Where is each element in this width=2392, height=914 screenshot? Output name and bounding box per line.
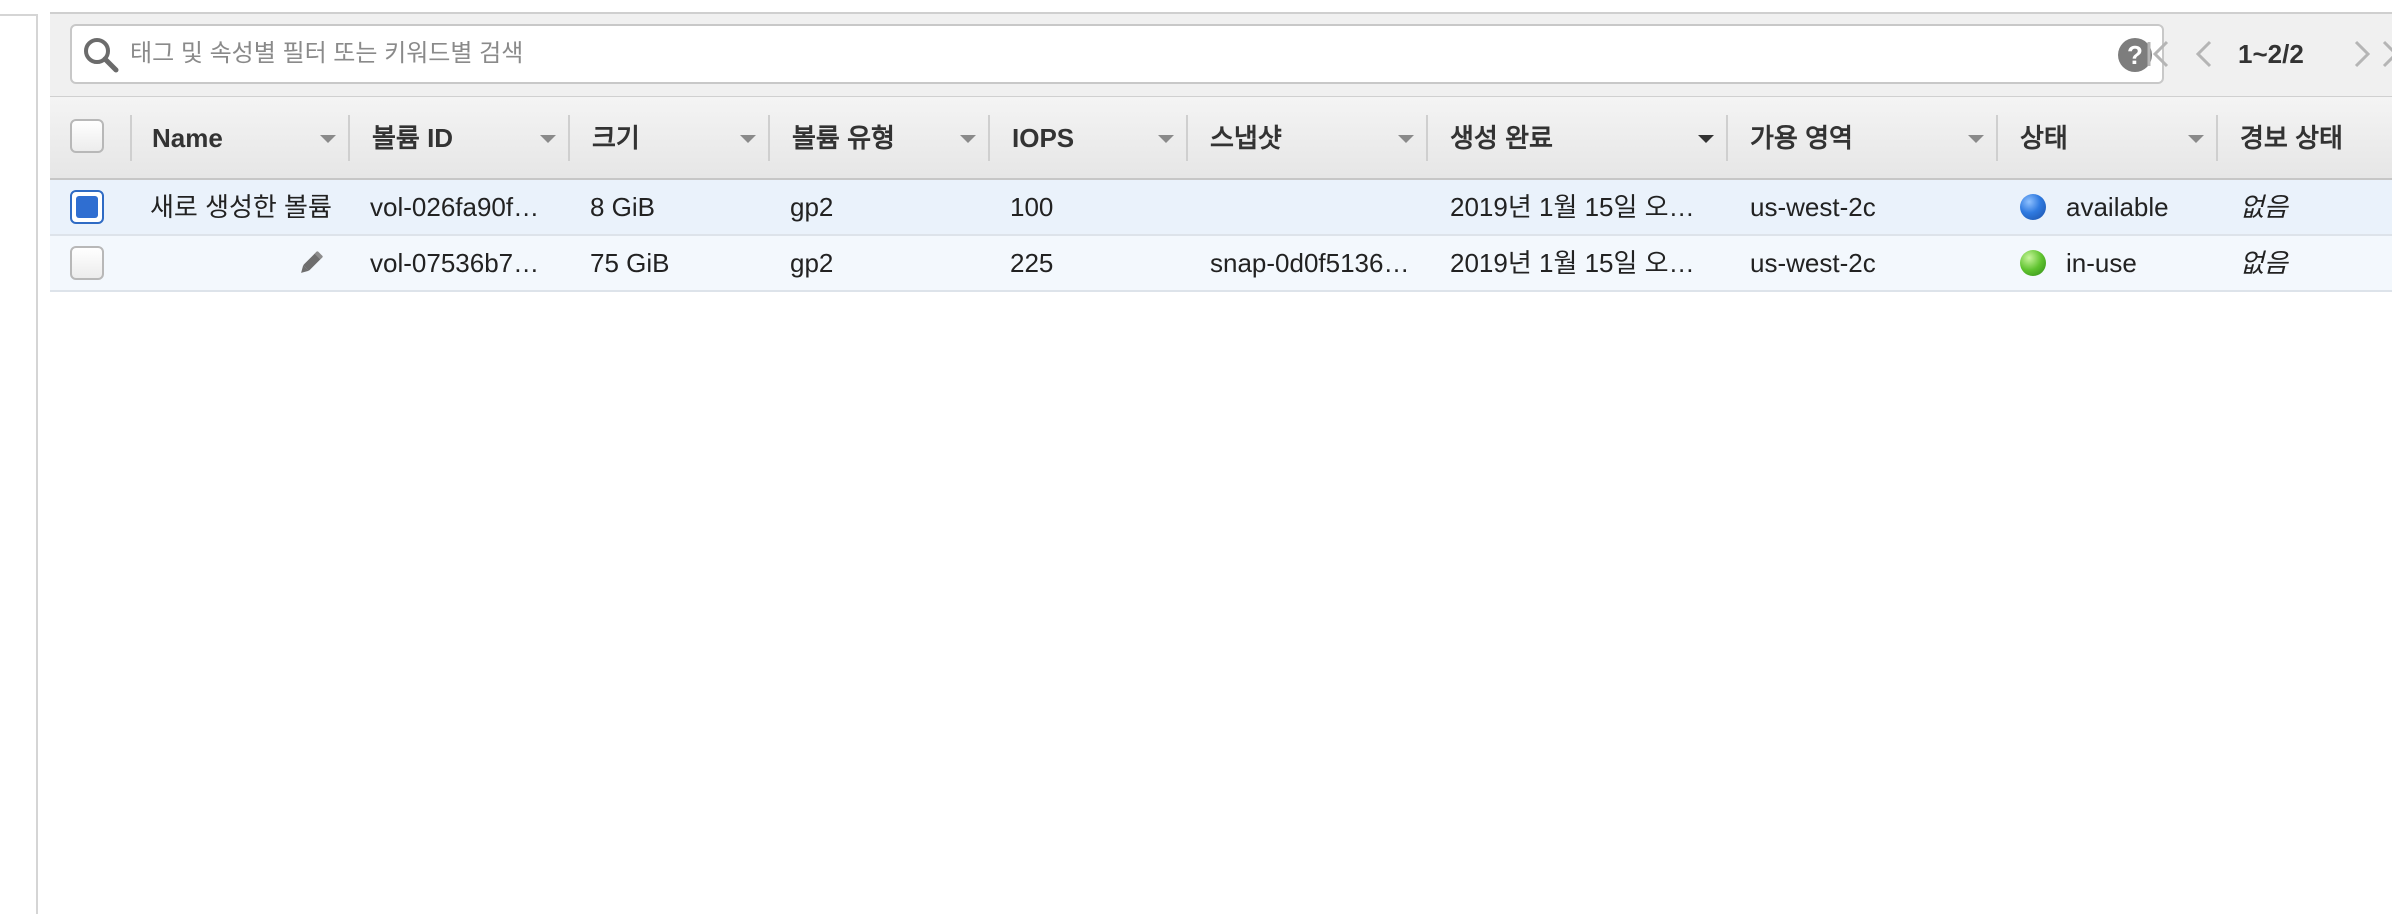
cell-availability-zone: us-west-2c (1750, 248, 1876, 278)
row-checkbox[interactable] (70, 246, 104, 280)
page: ? 1~2/2 Name (0, 0, 2392, 914)
cell-created: 2019년 1월 15일 오… (1450, 192, 1695, 222)
previous-page-icon[interactable] (2188, 36, 2218, 72)
last-page-icon[interactable] (2380, 36, 2392, 72)
panel-border (36, 14, 38, 914)
first-page-icon[interactable] (2143, 36, 2173, 72)
cell-volume-id: vol-026fa90f… (370, 192, 540, 222)
cell-state: available (2066, 192, 2169, 222)
column-header-label: 볼륨 ID (372, 123, 454, 153)
next-page-icon[interactable] (2348, 36, 2378, 72)
cell-snapshot (1210, 180, 1420, 234)
table-row[interactable]: vol-07536b7… 75 GiB gp2 225 snap-0d0f513… (50, 236, 2392, 292)
cell-iops: 225 (1010, 248, 1054, 278)
table-header: Name 볼륨 ID 크기 볼륨 유형 IOPS 스냅샷 생성 완료 가용 영역… (50, 96, 2392, 180)
column-header-alarm-status[interactable]: 경보 상태 (2218, 97, 2392, 179)
column-header-iops[interactable]: IOPS (990, 97, 1188, 179)
column-header-volume-type[interactable]: 볼륨 유형 (770, 97, 990, 179)
state-available-icon (2020, 194, 2046, 220)
state-in-use-icon (2020, 250, 2046, 276)
search-box[interactable]: ? (70, 24, 2164, 84)
cell-iops: 100 (1010, 192, 1054, 222)
filter-toolbar: ? 1~2/2 (50, 12, 2392, 96)
column-header-availability-zone[interactable]: 가용 영역 (1728, 97, 1998, 179)
cell-volume-id: vol-07536b7… (370, 248, 540, 278)
select-all-checkbox[interactable] (70, 119, 104, 153)
column-header-size[interactable]: 크기 (570, 97, 770, 179)
cell-volume-type: gp2 (790, 248, 834, 278)
search-icon (84, 38, 119, 73)
cell-state: in-use (2066, 248, 2137, 278)
search-input[interactable] (130, 32, 2090, 76)
pager-label: 1~2/2 (2238, 39, 2304, 69)
cell-size: 75 GiB (590, 248, 670, 278)
column-header-name[interactable]: Name (130, 97, 350, 179)
row-checkbox[interactable] (70, 190, 104, 224)
column-header-label: 스냅샷 (1210, 123, 1282, 153)
column-header-label: 생성 완료 (1450, 123, 1553, 153)
table-row[interactable]: 새로 생성한 볼륨 vol-026fa90f… 8 GiB gp2 100 20… (50, 180, 2392, 236)
column-header-volume-id[interactable]: 볼륨 ID (350, 97, 570, 179)
column-header-label: 가용 영역 (1750, 123, 1853, 153)
column-header-label: IOPS (1012, 123, 1075, 153)
column-header-label: 경보 상태 (2240, 123, 2343, 153)
panel-edge (0, 14, 36, 16)
column-header-snapshot[interactable]: 스냅샷 (1188, 97, 1428, 179)
cell-snapshot: snap-0d0f5136… (1210, 248, 1410, 278)
volumes-panel: ? 1~2/2 Name (50, 12, 2392, 914)
cell-alarm-status: 없음 (2240, 248, 2288, 278)
cell-volume-type: gp2 (790, 192, 834, 222)
column-header-label: 크기 (592, 123, 640, 153)
column-header-state[interactable]: 상태 (1998, 97, 2218, 179)
cell-name: 새로 생성한 볼륨 (150, 192, 332, 222)
cell-availability-zone: us-west-2c (1750, 192, 1876, 222)
pencil-icon[interactable] (296, 248, 326, 278)
column-header-label: Name (152, 123, 223, 153)
cell-name (150, 236, 300, 290)
column-header-label: 상태 (2020, 123, 2068, 153)
cell-alarm-status: 없음 (2240, 192, 2288, 222)
column-header-created[interactable]: 생성 완료 (1428, 97, 1728, 179)
column-header-label: 볼륨 유형 (792, 123, 895, 153)
cell-created: 2019년 1월 15일 오… (1450, 248, 1695, 278)
cell-size: 8 GiB (590, 192, 656, 222)
